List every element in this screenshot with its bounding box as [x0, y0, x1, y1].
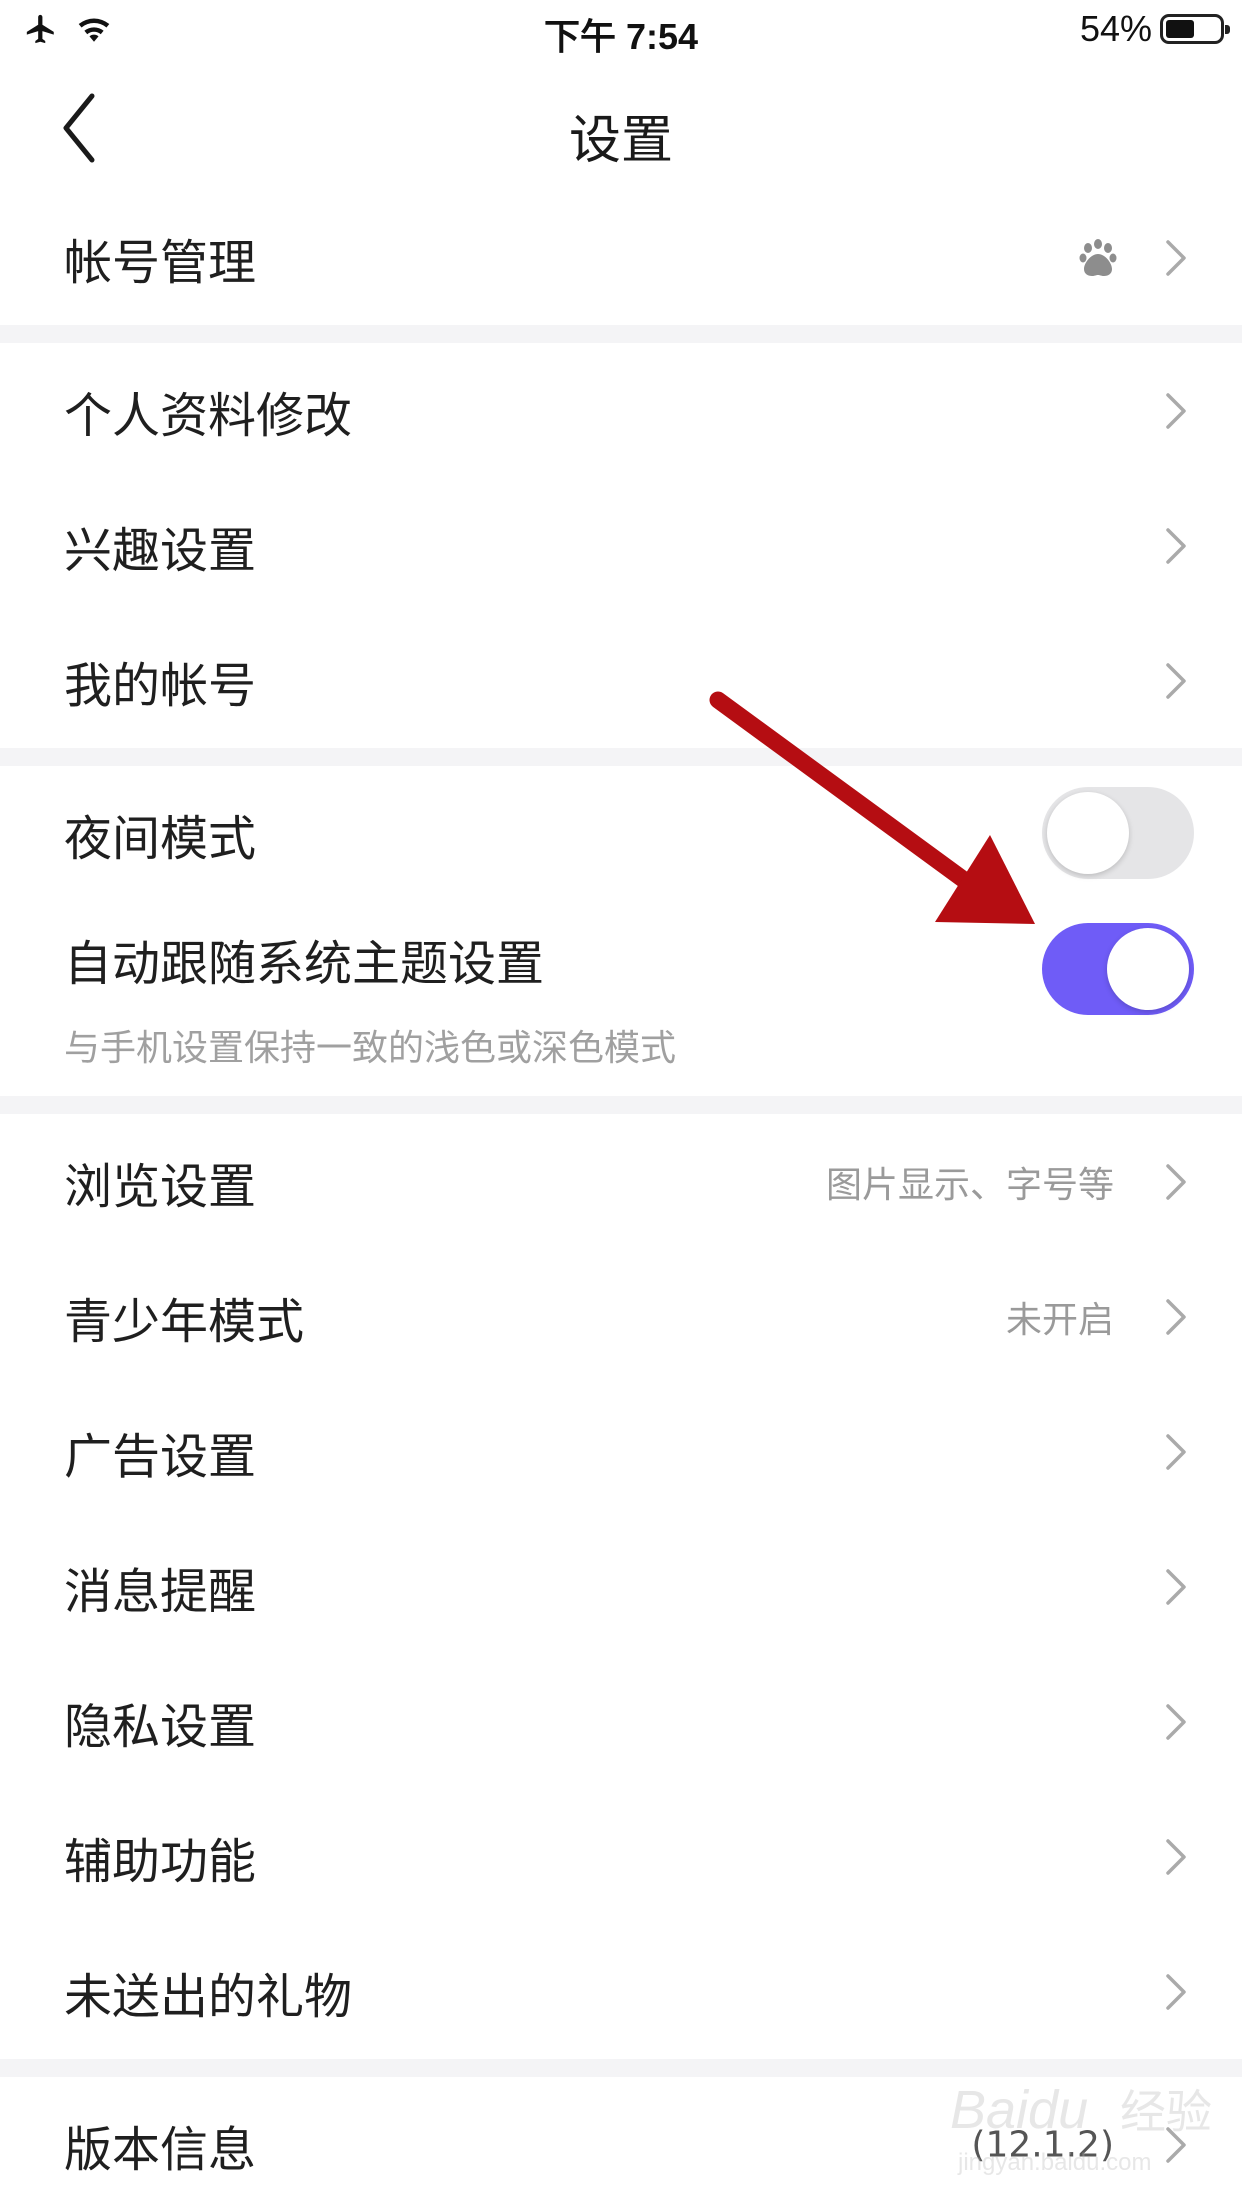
teen-mode-value: 未开启 [1005, 1299, 1114, 1341]
message-alerts-row[interactable]: 消息提醒 [0, 1519, 1242, 1654]
profile-group: 个人资料修改 兴趣设置 我的帐号 [0, 343, 1242, 748]
browse-settings-value: 图片显示、字号等 [825, 1164, 1114, 1206]
night-mode-row: 夜间模式 [0, 766, 1242, 901]
battery-level [1166, 20, 1194, 38]
account-management-row[interactable]: 帐号管理 [0, 190, 1242, 325]
interest-settings-row[interactable]: 兴趣设置 [0, 478, 1242, 613]
chevron-right-icon [1166, 1568, 1186, 1605]
chevron-right-icon [1166, 1703, 1186, 1740]
teen-mode-row[interactable]: 青少年模式 未开启 [0, 1249, 1242, 1384]
follow-system-theme-toggle[interactable] [1042, 923, 1194, 1015]
ad-settings-row[interactable]: 广告设置 [0, 1384, 1242, 1519]
display-group: 夜间模式 自动跟随系统主题设置 与手机设置保持一致的浅色或深色模式 [0, 766, 1242, 1096]
version-info-label: 版本信息 [64, 2121, 257, 2178]
status-right: 54% [1079, 8, 1230, 50]
chevron-right-icon [1166, 239, 1186, 276]
battery-nub [1225, 25, 1230, 34]
ad-settings-label: 广告设置 [64, 1428, 257, 1485]
section-divider [0, 1096, 1242, 1114]
profile-edit-label: 个人资料修改 [64, 387, 353, 444]
chevron-right-icon [1166, 1298, 1186, 1335]
section-divider [0, 325, 1242, 343]
night-mode-label: 夜间模式 [64, 810, 257, 867]
browse-settings-label: 浏览设置 [64, 1158, 257, 1215]
follow-system-theme-description: 与手机设置保持一致的浅色或深色模式 [64, 1028, 677, 1069]
interest-settings-label: 兴趣设置 [64, 522, 257, 579]
unsent-gifts-row[interactable]: 未送出的礼物 [0, 1924, 1242, 2059]
chevron-right-icon [1166, 1163, 1186, 1200]
status-time: 下午 7:54 [543, 16, 699, 57]
message-alerts-label: 消息提醒 [64, 1563, 257, 1620]
section-divider [0, 2059, 1242, 2077]
toggle-knob [1047, 792, 1129, 874]
profile-edit-row[interactable]: 个人资料修改 [0, 343, 1242, 478]
page-title: 设置 [568, 111, 673, 171]
baidu-paw-icon [1079, 238, 1117, 276]
chevron-right-icon [1166, 527, 1186, 564]
chevron-right-icon [1166, 1838, 1186, 1875]
settings-group: 浏览设置 图片显示、字号等 青少年模式 未开启 广告设置 消息提醒 隐私设置 辅… [0, 1114, 1242, 2059]
chevron-right-icon [1166, 392, 1186, 429]
version-info-row[interactable]: 版本信息 (12.1.2) [0, 2077, 1242, 2212]
chevron-right-icon [1166, 1433, 1186, 1470]
account-group: 帐号管理 [0, 190, 1242, 325]
privacy-settings-label: 隐私设置 [64, 1698, 257, 1755]
teen-mode-label: 青少年模式 [64, 1293, 305, 1350]
unsent-gifts-label: 未送出的礼物 [64, 1968, 353, 2025]
chevron-right-icon [1166, 1973, 1186, 2010]
account-management-label: 帐号管理 [64, 234, 257, 291]
browse-settings-row[interactable]: 浏览设置 图片显示、字号等 [0, 1114, 1242, 1249]
chevron-right-icon [1166, 2126, 1186, 2163]
toggle-knob [1107, 928, 1189, 1010]
battery-percent: 54% [1079, 8, 1152, 49]
nav-bar: 设置 [0, 62, 1242, 190]
battery-icon [1160, 14, 1230, 44]
my-account-label: 我的帐号 [64, 657, 257, 714]
night-mode-toggle[interactable] [1042, 787, 1194, 879]
chevron-right-icon [1166, 662, 1186, 699]
version-value: (12.1.2) [971, 2124, 1114, 2165]
section-divider [0, 748, 1242, 766]
version-group: 版本信息 (12.1.2) [0, 2077, 1242, 2212]
privacy-settings-row[interactable]: 隐私设置 [0, 1654, 1242, 1789]
follow-system-theme-row: 自动跟随系统主题设置 与手机设置保持一致的浅色或深色模式 [0, 901, 1242, 1096]
status-bar: 下午 7:54 54% [0, 0, 1242, 62]
follow-system-theme-label: 自动跟随系统主题设置 [64, 936, 545, 992]
accessibility-label: 辅助功能 [64, 1833, 257, 1890]
my-account-row[interactable]: 我的帐号 [0, 613, 1242, 748]
accessibility-row[interactable]: 辅助功能 [0, 1789, 1242, 1924]
